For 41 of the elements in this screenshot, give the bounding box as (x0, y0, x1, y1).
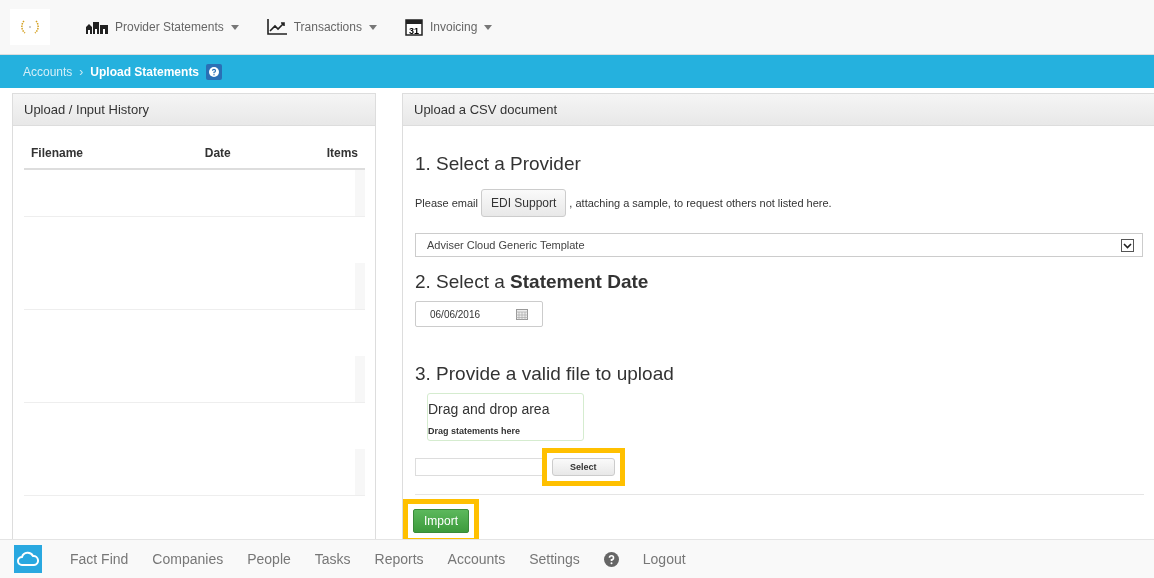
breadcrumb-current: Upload Statements (90, 64, 200, 79)
footer-link[interactable]: Logout (642, 551, 686, 567)
caret-icon (484, 24, 493, 30)
footer-link[interactable]: Accounts (447, 551, 506, 567)
calendar-icon: 31 (404, 18, 423, 36)
footer-link[interactable]: Reports (374, 551, 424, 567)
help-icon[interactable] (603, 551, 619, 567)
provider-select[interactable]: Adviser Cloud Generic Template (415, 233, 1143, 257)
file-path-field[interactable] (415, 458, 542, 476)
note-text: , attaching a sample, to request others not listed here. (569, 197, 832, 209)
breadcrumb-separator: › (79, 64, 84, 79)
note-text: Please email (415, 197, 478, 209)
drop-area-hint: Drag statements here (428, 426, 522, 436)
date-field[interactable]: 06/06/2016 (415, 301, 543, 327)
footer-link[interactable]: Companies (152, 551, 224, 567)
cloud-logo-icon[interactable] (14, 545, 42, 573)
dropdown-icon (1121, 238, 1134, 252)
panel-header: Upload a CSV document (403, 94, 1154, 126)
nav-menu[interactable]: 31 Invoicing (404, 18, 493, 36)
drop-area[interactable]: Drag and drop area Drag statements here (427, 393, 584, 441)
step-heading: 3. Provide a valid file to upload (415, 363, 675, 385)
import-button[interactable]: Import (413, 509, 469, 533)
logo-icon (10, 9, 50, 45)
step-heading: 2. Select a Statement Date (415, 271, 650, 293)
help-icon[interactable] (206, 63, 223, 80)
panel-header: Upload / Input History (13, 94, 375, 126)
footer-link[interactable]: People (247, 551, 291, 567)
drop-area-title: Drag and drop area (428, 401, 551, 417)
footer-link[interactable]: Tasks (314, 551, 351, 567)
line-chart-icon (266, 19, 287, 35)
nav-menu[interactable]: Transactions (266, 19, 377, 35)
footer-link[interactable]: Fact Find (70, 551, 129, 567)
step-heading: 1. Select a Provider (415, 153, 582, 175)
calendar-icon[interactable] (516, 308, 528, 320)
caret-icon (368, 24, 377, 30)
buildings-icon (86, 20, 108, 34)
select-button[interactable]: Select (552, 458, 615, 476)
footer-link[interactable]: Settings (529, 551, 580, 567)
support-button[interactable]: EDI Support (481, 189, 567, 217)
nav-menu[interactable]: Provider Statements (86, 20, 239, 34)
caret-icon (230, 24, 239, 30)
